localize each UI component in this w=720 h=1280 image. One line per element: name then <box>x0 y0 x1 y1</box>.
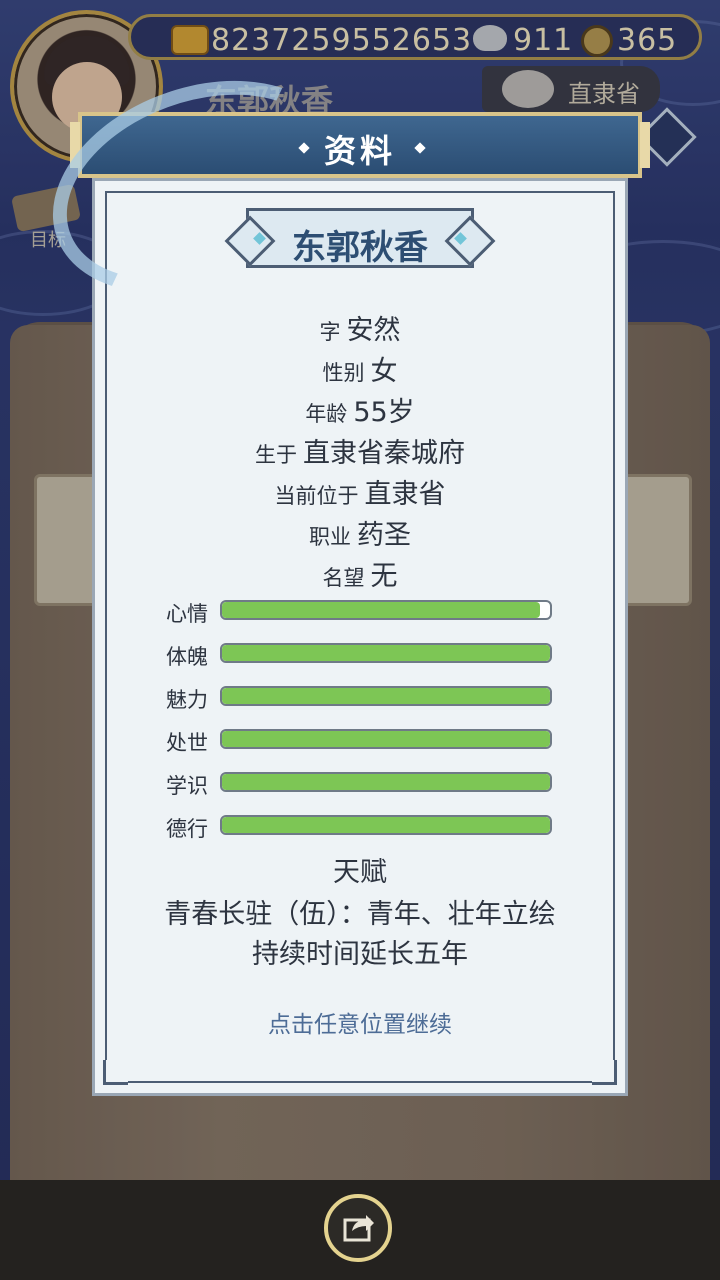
info-row: 年龄 55岁 <box>92 390 628 429</box>
info-row: 职业 药圣 <box>92 513 628 552</box>
stat-label: 德行 <box>166 817 208 841</box>
info-row: 当前位于 直隶省 <box>92 472 628 511</box>
stat-bar-fill <box>222 774 550 790</box>
name-plate: 东郭秋香 <box>246 208 474 268</box>
info-key: 职业 <box>309 525 351 549</box>
talent-line: 持续时间延长五年 <box>252 939 468 970</box>
stat-bar <box>220 772 552 792</box>
info-value: 女 <box>370 356 398 387</box>
stat-bar-fill <box>222 602 541 618</box>
info-key: 年龄 <box>305 402 348 426</box>
info-key: 字 <box>319 320 341 344</box>
stat-bar <box>220 729 552 749</box>
info-key: 性别 <box>322 361 365 385</box>
talent-line: 青春长驻（伍）：青年、壮年立绘 <box>164 899 556 930</box>
info-value: 药圣 <box>357 520 411 551</box>
info-key: 名望 <box>322 566 365 590</box>
info-value: 安然 <box>346 315 401 346</box>
info-row: 生于 直隶省秦城府 <box>92 431 628 470</box>
info-row: 性别女 <box>92 349 628 388</box>
info-value: 55岁 <box>353 397 415 428</box>
stat-bar <box>220 600 552 620</box>
stat-bar-fill <box>222 688 550 704</box>
info-row: 名望无 <box>92 554 628 593</box>
stat-bar <box>220 815 552 835</box>
stat-label: 魅力 <box>166 688 208 712</box>
stat-label: 心情 <box>166 602 208 626</box>
share-button[interactable] <box>324 1194 392 1262</box>
continue-hint[interactable]: 点击任意位置继续 <box>92 1005 628 1039</box>
character-name: 东郭秋香 <box>292 228 428 268</box>
stat-bar-fill <box>222 645 550 661</box>
info-key: 生于 <box>255 443 297 467</box>
talent-title: 天赋 <box>333 857 387 888</box>
info-value: 无 <box>370 561 398 592</box>
info-row: 字安然 <box>92 308 628 347</box>
stat-bar <box>220 643 552 663</box>
stat-bar <box>220 686 552 706</box>
info-value: 直隶省 <box>364 479 446 510</box>
stat-label: 处世 <box>166 731 208 755</box>
stat-label: 学识 <box>166 774 208 798</box>
share-icon <box>343 1215 374 1242</box>
info-value: 直隶省秦城府 <box>303 438 465 469</box>
stat-label: 体魄 <box>166 645 208 669</box>
stat-bar-fill <box>222 817 550 833</box>
info-key: 当前位于 <box>274 484 359 508</box>
stat-bar-fill <box>222 731 550 747</box>
